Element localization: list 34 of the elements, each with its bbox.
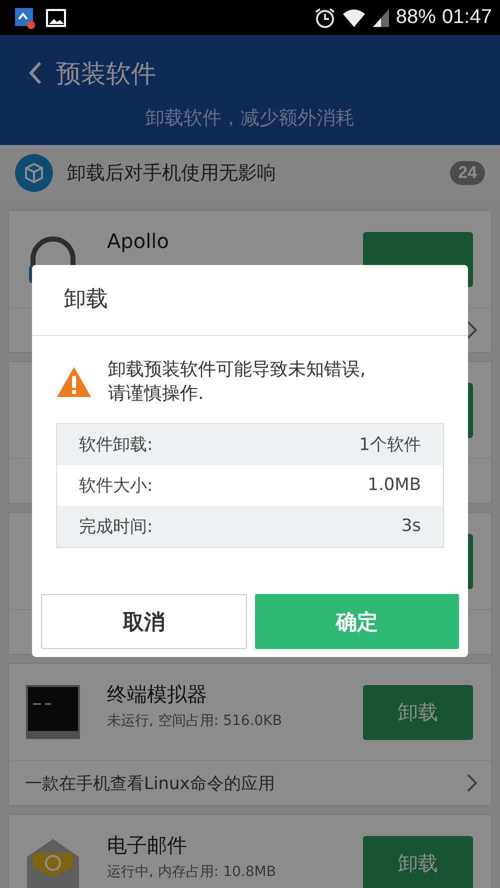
summary-value: 1个软件 [359,434,421,456]
uninstall-button[interactable]: 卸载 [363,684,473,740]
image-icon [46,8,66,26]
back-icon[interactable] [28,61,42,85]
cancel-button[interactable]: 取消 [41,594,247,649]
summary-label: 软件卸载: [79,434,153,456]
app-status: 未运行, 空间占用: 516.0KB [107,712,283,730]
app-notification-icon [14,6,36,28]
warning-icon [56,366,92,398]
app-name: 电子邮件 [107,833,188,857]
terminal-icon [25,684,81,740]
app-name: 终端模拟器 [107,682,208,706]
cube-icon [15,154,53,192]
page-title: 预装软件 [56,58,156,90]
wifi-icon [342,8,366,28]
summary-label: 完成时间: [79,516,153,538]
chevron-right-icon[interactable] [467,321,477,339]
page-subtitle: 卸载软件，减少额外消耗 [144,106,356,131]
app-status: 运行中, 内存占用: 10.8MB [107,863,277,881]
warning-message: 卸载预装软件可能导致未知错误, 请谨慎操作. [108,358,366,406]
summary-value: 3s [401,516,421,536]
dialog-title: 卸载 [32,265,468,336]
count-badge: 24 [450,160,485,184]
app-description: 一款在手机查看Linux命令的应用 [25,772,275,794]
notice-text: 卸载后对手机使用无影响 [67,160,277,186]
signal-icon [372,8,390,28]
confirm-button[interactable]: 确定 [255,594,459,649]
clock-text: 01:47 [442,6,492,29]
summary-value: 1.0MB [368,475,421,496]
app-name: Apollo [107,229,170,253]
battery-text: 88% [396,6,436,29]
summary-label: 软件大小: [79,474,153,497]
uninstall-button[interactable]: 卸载 [363,836,473,888]
alarm-icon [314,6,336,28]
